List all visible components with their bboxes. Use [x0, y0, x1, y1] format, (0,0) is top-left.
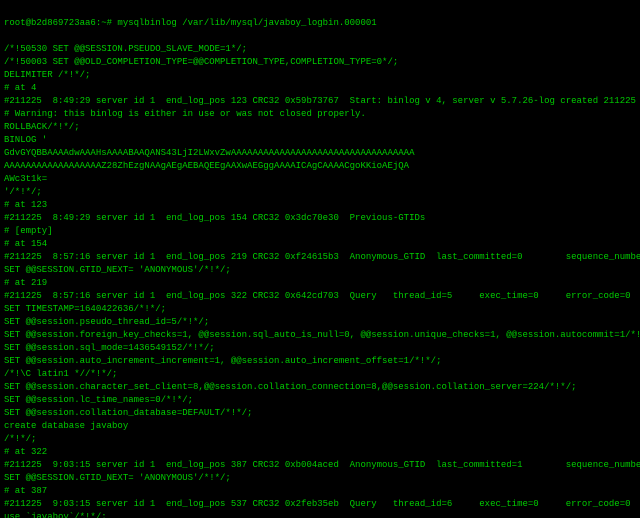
log-line: AWc3t1k=	[4, 173, 636, 186]
log-line: GdvGYQBBAAAAdwAAAHsAAAABAAQANS43LjI2LWxv…	[4, 147, 636, 160]
log-line: SET @@session.collation_database=DEFAULT…	[4, 407, 636, 420]
log-line: /*!50003 SET @@OLD_COMPLETION_TYPE=@@COM…	[4, 56, 636, 69]
log-line: '/*!*/;	[4, 186, 636, 199]
log-line: # at 322	[4, 446, 636, 459]
log-line: # at 387	[4, 485, 636, 498]
log-line: SET TIMESTAMP=1640422636/*!*/;	[4, 303, 636, 316]
log-line: SET @@SESSION.GTID_NEXT= 'ANONYMOUS'/*!*…	[4, 472, 636, 485]
log-line: #211225 8:57:16 server id 1 end_log_pos …	[4, 290, 636, 303]
log-line: AAAAAAAAAAAAAAAAAAZ28ZhEzgNAAgAEgAEBAQEE…	[4, 160, 636, 173]
log-line: #211225 9:03:15 server id 1 end_log_pos …	[4, 459, 636, 472]
log-line: #211225 8:57:16 server id 1 end_log_pos …	[4, 251, 636, 264]
terminal-output[interactable]: root@b2d869723aa6:~# mysqlbinlog /var/li…	[0, 0, 640, 518]
log-line: SET @@session.foreign_key_checks=1, @@se…	[4, 329, 636, 342]
log-line: BINLOG '	[4, 134, 636, 147]
log-line: use `javaboy`/*!*/;	[4, 511, 636, 518]
log-line: /*!50530 SET @@SESSION.PSEUDO_SLAVE_MODE…	[4, 43, 636, 56]
log-line: ROLLBACK/*!*/;	[4, 121, 636, 134]
shell-prompt-line: root@b2d869723aa6:~# mysqlbinlog /var/li…	[4, 17, 636, 30]
log-line: # [empty]	[4, 225, 636, 238]
log-line: SET @@session.auto_increment_increment=1…	[4, 355, 636, 368]
log-line: #211225 8:49:29 server id 1 end_log_pos …	[4, 95, 636, 108]
log-line: # at 154	[4, 238, 636, 251]
log-line: create database javaboy	[4, 420, 636, 433]
log-line: SET @@SESSION.GTID_NEXT= 'ANONYMOUS'/*!*…	[4, 264, 636, 277]
log-line: # at 4	[4, 82, 636, 95]
log-line: /*!*/;	[4, 433, 636, 446]
log-line: SET @@session.character_set_client=8,@@s…	[4, 381, 636, 394]
log-line: # at 219	[4, 277, 636, 290]
log-line: # Warning: this binlog is either in use …	[4, 108, 636, 121]
log-line: #211225 9:03:15 server id 1 end_log_pos …	[4, 498, 636, 511]
log-line: SET @@session.pseudo_thread_id=5/*!*/;	[4, 316, 636, 329]
log-line: SET @@session.lc_time_names=0/*!*/;	[4, 394, 636, 407]
log-line: /*!\C latin1 *//*!*/;	[4, 368, 636, 381]
log-line: SET @@session.sql_mode=1436549152/*!*/;	[4, 342, 636, 355]
log-line: DELIMITER /*!*/;	[4, 69, 636, 82]
log-line: #211225 8:49:29 server id 1 end_log_pos …	[4, 212, 636, 225]
log-line: # at 123	[4, 199, 636, 212]
